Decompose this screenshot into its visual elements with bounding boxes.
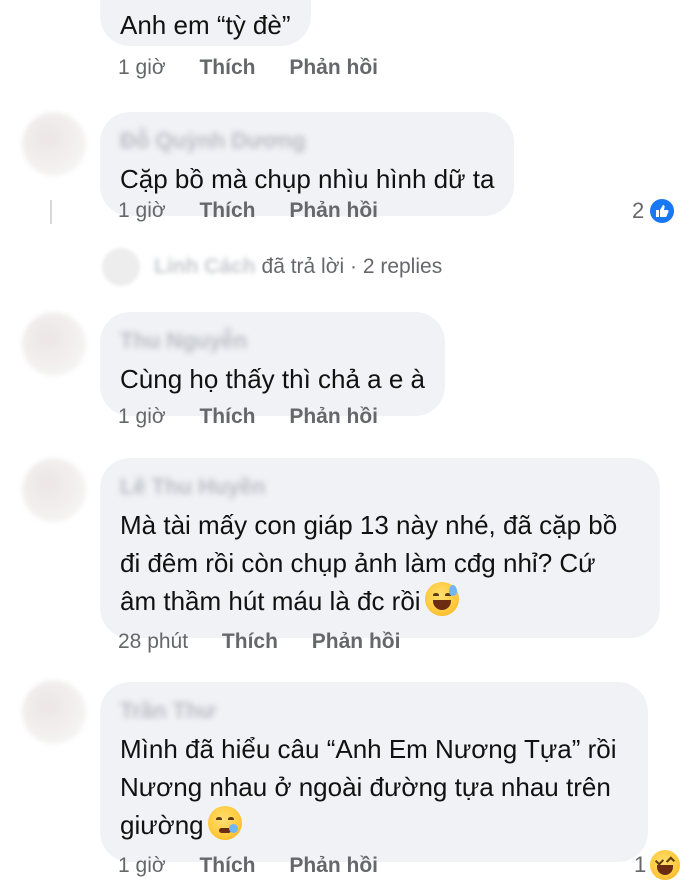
comment-actions: 28 phút Thích Phản hồi: [118, 630, 428, 654]
avatar[interactable]: [22, 312, 86, 376]
comment-time: 1 giờ: [118, 405, 166, 428]
grinning-sweat-emoji: [424, 582, 459, 616]
comment-actions: 1 giờ Thích Phản hồi: [118, 56, 406, 80]
comment-text: Cặp bồ mà chụp nhìu hình dữ ta: [120, 164, 495, 194]
comment-text: Anh em “tỳ đè”: [120, 10, 291, 40]
comment-text-line: Nương nhau ở ngoài đường tựa nhau trên: [120, 772, 611, 802]
comment-bubble: Trần Thư Mình đã hiểu câu “Anh Em Nương …: [100, 682, 648, 862]
thread-line: [50, 200, 52, 224]
comment-text-line-3: giường: [120, 810, 204, 840]
comment-text-line-3: âm thầm hút máu là đc rồi: [120, 586, 421, 616]
like-icon: [648, 197, 677, 225]
avatar[interactable]: [22, 458, 86, 522]
avatar[interactable]: [22, 680, 86, 744]
like-button[interactable]: Thích: [199, 199, 255, 222]
comment-text: Cùng họ thấy thì chả a e à: [120, 364, 425, 394]
comment-bubble: Anh em “tỳ đè”: [100, 0, 311, 46]
reply-button[interactable]: Phản hồi: [289, 56, 378, 79]
comment-author[interactable]: Đỗ Quỳnh Dương: [120, 128, 494, 154]
reaction-count: 2: [632, 198, 645, 223]
comment-time: 1 giờ: [118, 854, 166, 877]
like-button[interactable]: Thích: [199, 854, 255, 877]
comment-time: 1 giờ: [118, 199, 166, 222]
reaction-summary[interactable]: 2: [632, 197, 677, 225]
comment-author[interactable]: Trần Thư: [120, 698, 628, 724]
comment-actions: 1 giờ Thích Phản hồi: [118, 854, 406, 878]
like-button[interactable]: Thích: [199, 56, 255, 79]
sleepy-emoji: [207, 806, 242, 840]
comment-actions: 1 giờ Thích Phản hồi: [118, 199, 406, 223]
replies-link[interactable]: Linh Cách đã trả lời · 2 replies: [102, 248, 442, 286]
reply-button[interactable]: Phản hồi: [289, 405, 378, 428]
like-button[interactable]: Thích: [199, 405, 255, 428]
comment-bubble: Thu Nguyễn Cùng họ thấy thì chả a e à: [100, 312, 445, 416]
comment-author[interactable]: Thu Nguyễn: [120, 328, 425, 354]
comment-author[interactable]: Lê Thu Huyền: [120, 474, 640, 500]
comment-text-line: Mà tài mấy con giáp 13 này nhé, đã cặp b…: [120, 510, 618, 540]
avatar[interactable]: [22, 112, 86, 176]
comment-text-line: âm thầm hút máu là đc rồi: [120, 582, 640, 620]
comment-time: 28 phút: [118, 630, 189, 653]
comment-actions: 1 giờ Thích Phản hồi: [118, 405, 406, 429]
reply-button[interactable]: Phản hồi: [289, 199, 378, 222]
comment-text-line: Mình đã hiểu câu “Anh Em Nương Tựa” rồi: [120, 734, 617, 764]
replies-text[interactable]: đã trả lời · 2 replies: [262, 255, 443, 279]
comment-time: 1 giờ: [118, 56, 166, 79]
comment-text-line: đi đêm rồi còn chụp ảnh làm cđg nhỉ? Cứ: [120, 548, 596, 578]
comment-bubble: Lê Thu Huyền Mà tài mấy con giáp 13 này …: [100, 458, 660, 638]
reply-button[interactable]: Phản hồi: [312, 630, 401, 653]
replier-name: Linh Cách: [154, 255, 256, 278]
reply-button[interactable]: Phản hồi: [289, 854, 378, 877]
haha-icon: [650, 850, 681, 880]
replier-avatar: [102, 248, 140, 286]
like-button[interactable]: Thích: [222, 630, 278, 653]
reaction-summary[interactable]: 1: [634, 850, 681, 880]
reaction-count: 1: [634, 852, 647, 877]
comment-text-line: giường: [120, 806, 628, 844]
